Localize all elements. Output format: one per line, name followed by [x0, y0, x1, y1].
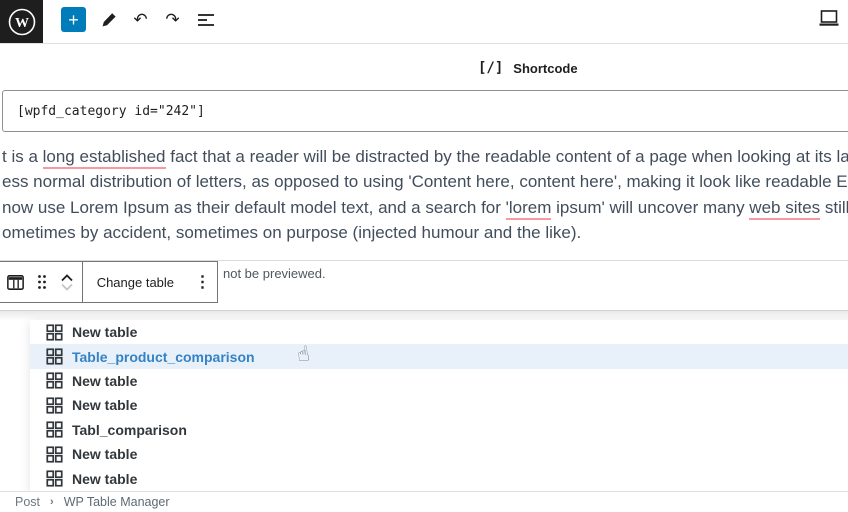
drag-dots-icon — [37, 274, 47, 290]
wordpress-logo-icon: W — [7, 7, 37, 37]
list-item[interactable]: New table — [30, 442, 848, 466]
table-row-label: New table — [72, 373, 137, 389]
table-row-label: New table — [72, 471, 137, 487]
table-grid-icon — [46, 446, 63, 463]
breadcrumb: Post › WP Table Manager — [0, 491, 848, 512]
tools-button[interactable] — [96, 7, 121, 32]
move-up-icon[interactable] — [60, 274, 74, 282]
paragraph-block[interactable]: t is a long established fact that a read… — [2, 144, 848, 245]
monitor-icon — [817, 8, 841, 30]
table-grid-icon — [46, 372, 63, 389]
redo-icon: ↷ — [165, 10, 179, 30]
table-row-label: New table — [72, 324, 137, 340]
shortcode-block-label: Shortcode — [513, 61, 577, 76]
block-options-button[interactable]: ⋮ — [188, 262, 217, 302]
list-view-icon — [197, 13, 215, 27]
shortcode-bracket-icon: [/] — [478, 60, 503, 76]
shortcode-input[interactable] — [2, 90, 848, 132]
change-table-button[interactable]: Change table — [83, 262, 188, 302]
table-row-label: New table — [72, 397, 137, 413]
paragraph-line: ess normal distribution of letters, as o… — [2, 169, 848, 194]
list-item[interactable]: New table — [30, 369, 848, 393]
list-item[interactable]: Tabl_comparison — [30, 418, 848, 442]
move-down-icon[interactable] — [60, 283, 74, 291]
svg-text:W: W — [15, 16, 29, 31]
spellcheck-underlined-text: web sites — [749, 198, 820, 220]
list-item[interactable]: New table — [30, 393, 848, 417]
redo-button[interactable]: ↷ — [160, 7, 185, 32]
chevron-right-icon: › — [50, 496, 54, 508]
table-row-label: Tabl_comparison — [72, 422, 187, 438]
table-row-label: New table — [72, 446, 137, 462]
shortcode-block-header: [/] Shortcode — [478, 60, 578, 76]
paragraph-line: t is a long established fact that a read… — [2, 144, 848, 169]
table-block-icon — [5, 272, 26, 293]
editor-top-bar: W + ↶ ↷ — [0, 0, 848, 44]
table-row-label: Table_product_comparison — [72, 349, 255, 365]
table-block-type-button[interactable] — [0, 262, 31, 302]
block-toolbar: Change table ⋮ — [0, 261, 218, 303]
preview-note-text: not be previewed. — [223, 266, 326, 281]
table-grid-icon — [46, 470, 63, 487]
table-dropdown: New table Table_product_comparison New t… — [30, 320, 848, 491]
table-grid-icon — [46, 324, 63, 341]
preview-device-button[interactable] — [816, 8, 842, 32]
list-item[interactable]: Table_product_comparison — [30, 344, 848, 368]
table-grid-icon — [46, 397, 63, 414]
table-grid-icon — [46, 421, 63, 438]
spellcheck-underlined-text: 'lorem — [506, 198, 552, 220]
block-mover — [53, 274, 82, 291]
block-editor-window: W + ↶ ↷ [/] — [0, 0, 848, 512]
undo-icon: ↶ — [133, 10, 147, 30]
paragraph-line: ometimes by accident, sometimes on purpo… — [2, 220, 848, 245]
block-inserter-button[interactable]: + — [61, 7, 86, 32]
breadcrumb-post[interactable]: Post — [15, 495, 40, 509]
paragraph-line: now use Lorem Ipsum as their default mod… — [2, 195, 848, 220]
undo-button[interactable]: ↶ — [128, 7, 153, 32]
list-item[interactable]: New table — [30, 466, 848, 490]
list-item[interactable]: New table — [30, 320, 848, 344]
list-view-button[interactable] — [193, 7, 218, 32]
breadcrumb-current[interactable]: WP Table Manager — [64, 495, 170, 509]
drag-handle[interactable] — [31, 262, 53, 302]
pencil-icon — [99, 10, 119, 30]
table-grid-icon — [46, 348, 63, 365]
wordpress-logo-button[interactable]: W — [0, 0, 43, 43]
spellcheck-underlined-text: long established — [43, 147, 166, 169]
